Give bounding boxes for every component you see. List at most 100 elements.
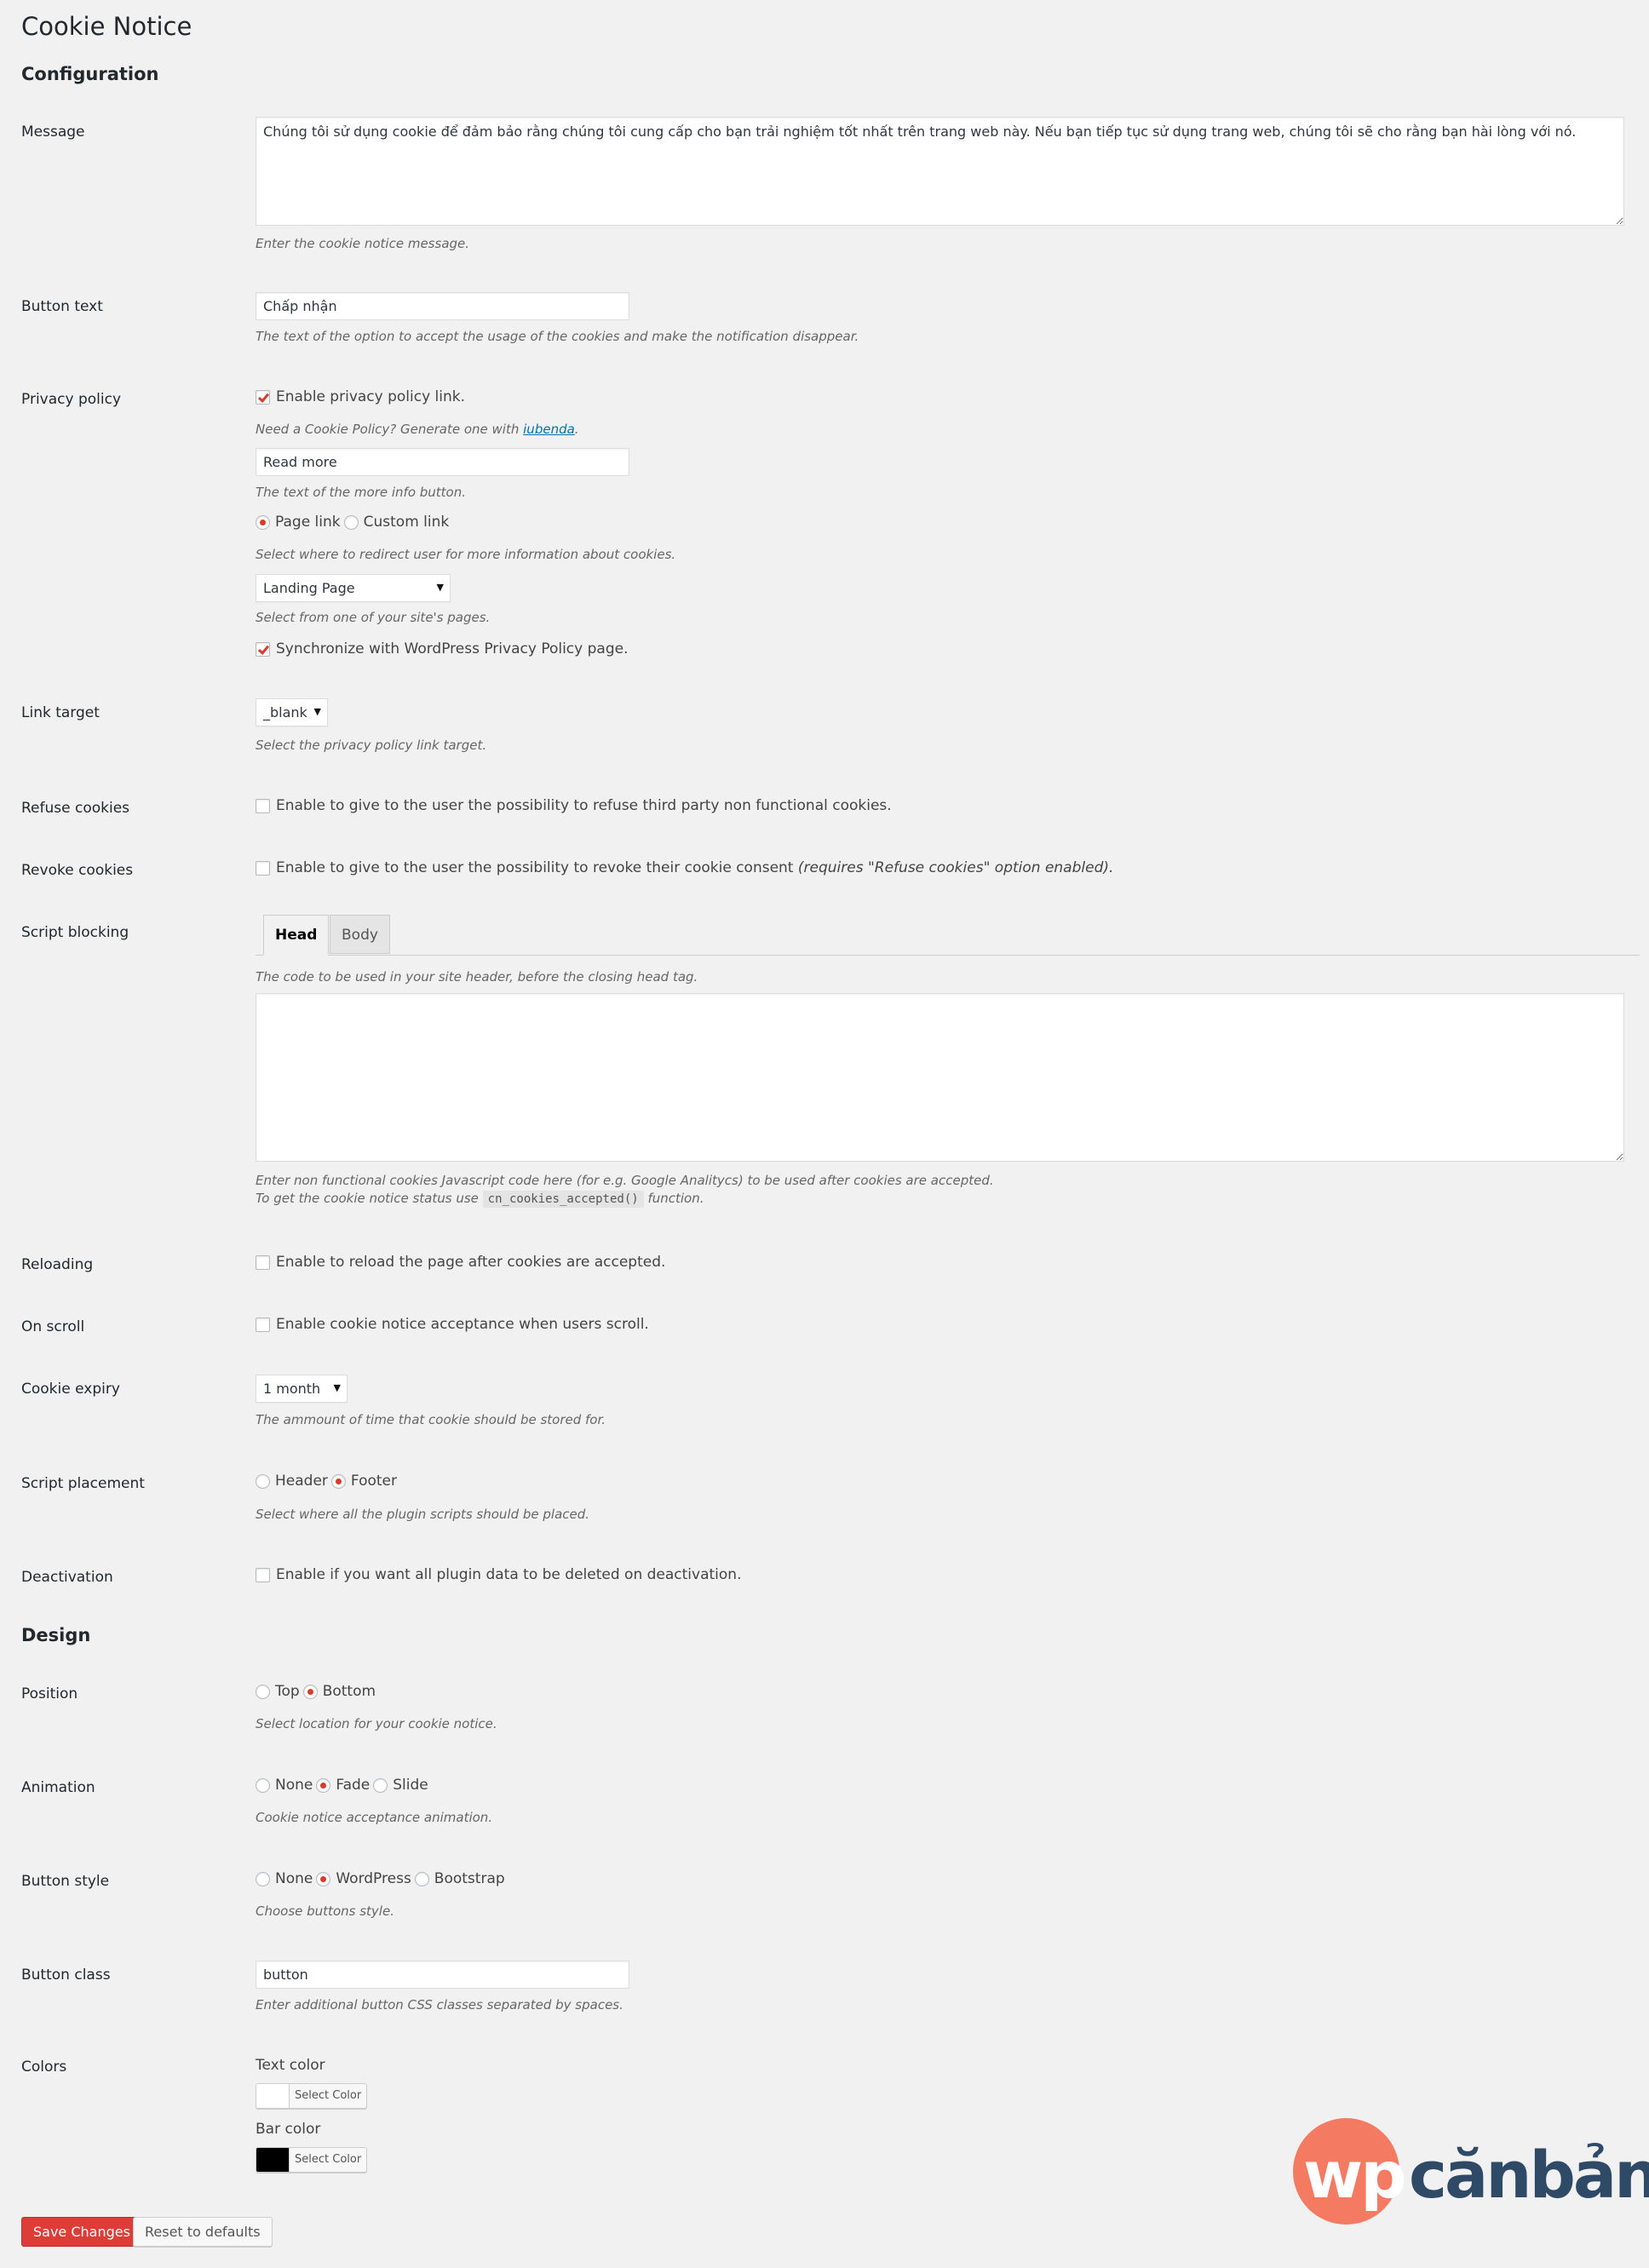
deactivation-row[interactable]: Enable if you want all plugin data to be… xyxy=(256,1566,741,1583)
page-link-radio[interactable] xyxy=(256,514,270,530)
link-type-page-option[interactable]: Page link xyxy=(256,514,341,531)
on-scroll-checkbox[interactable] xyxy=(256,1317,270,1332)
button-style-none-option[interactable]: None xyxy=(256,1870,313,1887)
sync-privacy-row[interactable]: Synchronize with WordPress Privacy Polic… xyxy=(256,640,628,657)
refuse-cookies-label: Refuse cookies xyxy=(21,800,130,817)
head-code-textarea[interactable] xyxy=(256,993,1624,1162)
animation-fade-radio[interactable] xyxy=(316,1777,331,1793)
placement-header-radio[interactable] xyxy=(256,1473,270,1489)
link-target-description: Select the privacy policy link target. xyxy=(256,738,487,753)
privacy-policy-label: Privacy policy xyxy=(21,391,121,408)
refuse-cookies-checkbox[interactable] xyxy=(256,798,270,813)
animation-slide-radio[interactable] xyxy=(373,1777,388,1793)
save-changes-button[interactable]: Save Changes xyxy=(21,2217,142,2247)
animation-slide-option[interactable]: Slide xyxy=(373,1777,428,1794)
position-bottom-option[interactable]: Bottom xyxy=(302,1683,376,1700)
reset-defaults-button[interactable]: Reset to defaults xyxy=(133,2217,273,2247)
button-style-radio-group: None WordPress Bootstrap xyxy=(256,1870,508,1887)
link-type-radio-group: Page link Custom link xyxy=(256,514,452,531)
animation-description: Cookie notice acceptance animation. xyxy=(256,1810,493,1825)
text-color-swatch[interactable] xyxy=(256,2084,290,2108)
button-style-wordpress-radio[interactable] xyxy=(316,1871,331,1886)
animation-none-radio[interactable] xyxy=(256,1777,270,1793)
script-placement-description: Select where all the plugin scripts shou… xyxy=(256,1507,590,1522)
button-style-bootstrap-option[interactable]: Bootstrap xyxy=(414,1870,505,1887)
on-scroll-label: On scroll xyxy=(21,1318,85,1335)
privacy-enable-text: Enable privacy policy link. xyxy=(276,388,466,405)
deactivation-checkbox[interactable] xyxy=(256,1567,270,1582)
button-class-description: Enter additional button CSS classes sepa… xyxy=(256,1997,623,2012)
animation-radio-group: None Fade Slide xyxy=(256,1777,432,1794)
tabs-divider xyxy=(256,955,1640,956)
wpcanban-logo: wp cănbản xyxy=(1293,2118,1649,2225)
message-textarea[interactable]: Chúng tôi sử dụng cookie để đảm bảo rằng… xyxy=(256,117,1624,226)
reloading-text: Enable to reload the page after cookies … xyxy=(276,1254,666,1271)
privacy-enable-row[interactable]: Enable privacy policy link. xyxy=(256,388,465,405)
script-note-line1: Enter non functional cookies Javascript … xyxy=(256,1173,994,1188)
policy-page-description: Select from one of your site's pages. xyxy=(256,610,491,625)
cookie-expiry-select[interactable]: 1 month ▼ xyxy=(256,1375,348,1403)
reloading-checkbox[interactable] xyxy=(256,1255,270,1270)
script-blocking-label: Script blocking xyxy=(21,924,129,941)
button-style-none-text: None xyxy=(275,1870,313,1887)
button-class-label: Button class xyxy=(21,1967,111,1984)
button-style-bootstrap-radio[interactable] xyxy=(414,1871,429,1886)
button-text-input[interactable] xyxy=(256,292,629,320)
iubenda-link[interactable]: iubenda xyxy=(523,422,575,437)
script-note-suffix: function. xyxy=(647,1191,704,1206)
custom-link-radio[interactable] xyxy=(343,514,359,530)
button-text-description: The text of the option to accept the usa… xyxy=(256,329,859,344)
script-note-line2: To get the cookie notice status use cn_c… xyxy=(256,1191,704,1208)
revoke-cookies-checkbox[interactable] xyxy=(256,860,270,876)
logo-canban-text: cănbản xyxy=(1409,2137,1649,2213)
button-class-input[interactable] xyxy=(256,1961,629,1989)
chevron-down-icon: ▼ xyxy=(333,1382,341,1393)
text-color-picker[interactable]: Select Color xyxy=(256,2083,368,2109)
deactivation-label: Deactivation xyxy=(21,1569,113,1586)
text-color-select-button[interactable]: Select Color xyxy=(290,2084,366,2108)
reloading-row[interactable]: Enable to reload the page after cookies … xyxy=(256,1254,665,1271)
revoke-cookies-row[interactable]: Enable to give to the user the possibili… xyxy=(256,859,1113,876)
position-radio-group: Top Bottom xyxy=(256,1683,379,1700)
iubenda-prefix: Need a Cookie Policy? Generate one with xyxy=(256,422,520,437)
animation-none-option[interactable]: None xyxy=(256,1777,313,1794)
position-top-radio[interactable] xyxy=(256,1684,270,1699)
bar-color-select-button[interactable]: Select Color xyxy=(290,2148,366,2172)
placement-footer-text: Footer xyxy=(350,1473,397,1490)
link-type-custom-option[interactable]: Custom link xyxy=(343,514,449,531)
button-text-label: Button text xyxy=(21,298,103,315)
policy-page-select[interactable]: Landing Page ▼ xyxy=(256,574,451,602)
position-top-option[interactable]: Top xyxy=(256,1683,300,1700)
animation-none-text: None xyxy=(275,1777,313,1794)
placement-header-option[interactable]: Header xyxy=(256,1473,328,1490)
placement-footer-radio[interactable] xyxy=(330,1473,346,1489)
bar-color-swatch[interactable] xyxy=(256,2148,290,2172)
read-more-input[interactable] xyxy=(256,448,629,476)
message-description: Enter the cookie notice message. xyxy=(256,236,470,251)
revoke-cookies-text: Enable to give to the user the possibili… xyxy=(276,859,794,876)
deactivation-text: Enable if you want all plugin data to be… xyxy=(276,1566,742,1583)
animation-slide-text: Slide xyxy=(393,1777,428,1794)
link-type-description: Select where to redirect user for more i… xyxy=(256,547,676,562)
placement-footer-option[interactable]: Footer xyxy=(330,1473,397,1490)
animation-fade-option[interactable]: Fade xyxy=(316,1777,370,1794)
on-scroll-row[interactable]: Enable cookie notice acceptance when use… xyxy=(256,1316,649,1333)
refuse-cookies-row[interactable]: Enable to give to the user the possibili… xyxy=(256,797,892,814)
privacy-enable-checkbox[interactable] xyxy=(256,389,270,405)
position-label: Position xyxy=(21,1685,78,1702)
bar-color-picker[interactable]: Select Color xyxy=(256,2147,368,2173)
iubenda-suffix: . xyxy=(574,422,579,437)
link-target-select[interactable]: _blank ▼ xyxy=(256,698,328,726)
page-title: Cookie Notice xyxy=(21,12,192,41)
tab-head[interactable]: Head xyxy=(263,915,330,956)
position-bottom-radio[interactable] xyxy=(302,1684,318,1699)
button-style-wordpress-option[interactable]: WordPress xyxy=(316,1870,411,1887)
button-style-description: Choose buttons style. xyxy=(256,1903,394,1919)
tab-body[interactable]: Body xyxy=(330,915,390,954)
button-style-none-radio[interactable] xyxy=(256,1871,270,1886)
sync-privacy-text: Synchronize with WordPress Privacy Polic… xyxy=(276,640,629,657)
link-target-label: Link target xyxy=(21,704,100,721)
colors-label: Colors xyxy=(21,2058,67,2076)
cookie-expiry-description: The ammount of time that cookie should b… xyxy=(256,1412,606,1427)
sync-privacy-checkbox[interactable] xyxy=(256,641,270,657)
